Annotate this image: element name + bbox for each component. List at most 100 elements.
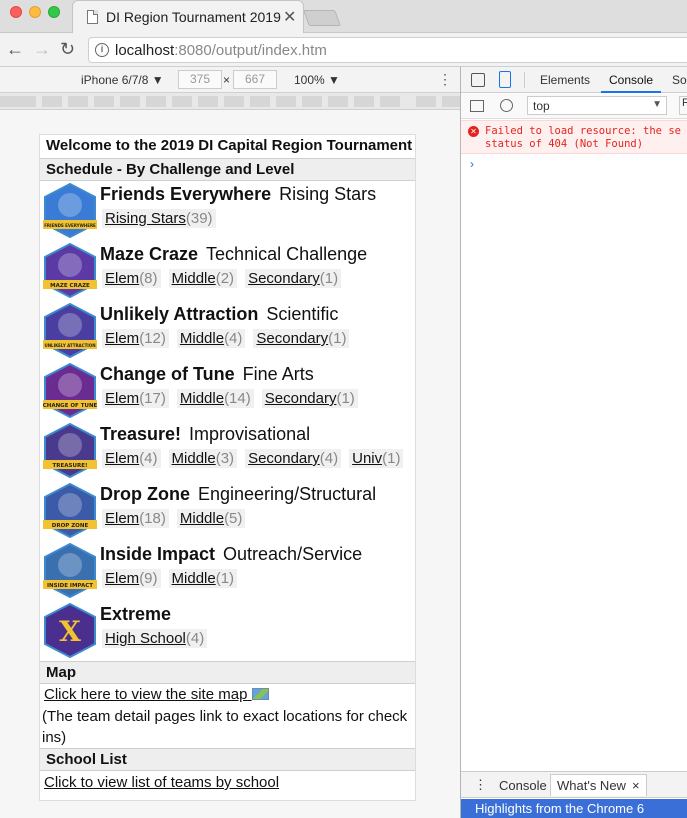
devtools-tab-bar: Elements Console So [461,67,687,93]
level-chip[interactable]: Elem(4) [102,449,161,468]
challenge-title: Inside Impact Outreach/Service [100,544,362,565]
level-chip[interactable]: Secondary(1) [245,269,342,288]
level-chip[interactable]: Secondary(1) [253,329,350,348]
site-map-link[interactable]: Click here to view the site map [40,684,415,703]
level-link[interactable]: Elem [105,450,139,467]
tab-title: DI Region Tournament 2019 [106,9,281,25]
close-icon[interactable]: × [632,778,640,793]
challenge-name: Extreme [100,604,172,624]
close-window-button[interactable] [10,6,22,18]
back-arrow-icon[interactable]: ← [6,39,24,60]
challenge-badge-icon: UNLIKELY ATTRACTION [43,303,97,358]
challenge-type: Outreach/Service [223,544,363,564]
browser-toolbar: ← → ↻ i localhost:8080/output/index.htm [0,33,687,67]
device-select[interactable]: iPhone 6/7/8 ▼ [81,73,164,87]
team-count: (8) [139,270,158,287]
school-list-link[interactable]: Click to view list of teams by school [40,771,415,794]
clear-console-icon[interactable] [500,99,513,112]
challenge-name: Inside Impact [100,544,216,564]
tab-sources[interactable]: So [672,73,687,87]
inspect-element-icon[interactable] [471,73,485,87]
challenge-title: Extreme [100,604,171,625]
svg-text:UNLIKELY ATTRACTION: UNLIKELY ATTRACTION [44,343,95,348]
level-chip[interactable]: Elem(9) [102,569,161,588]
url-text[interactable]: localhost:8080/output/index.htm [115,42,327,59]
error-text-line1: Failed to load resource: the se [485,125,681,137]
drawer-tab-whats-new[interactable]: What's New × [550,774,647,796]
level-links: High School(4) [102,629,215,648]
level-link[interactable]: Secondary [265,390,337,407]
divider [524,72,525,88]
level-link[interactable]: Univ [352,450,382,467]
info-icon[interactable]: i [95,43,109,57]
filter-input[interactable]: F [679,96,687,115]
level-chip[interactable]: Middle(14) [176,389,254,408]
drawer-tab-bar: ⋮ Console What's New × [461,771,687,798]
reload-icon[interactable]: ↻ [60,39,75,60]
forward-arrow-icon[interactable]: → [33,39,51,60]
team-count: (1) [336,390,355,407]
level-link[interactable]: Middle [180,330,224,347]
level-chip[interactable]: Middle(4) [176,329,246,348]
level-chip[interactable]: Rising Stars(39) [102,209,216,228]
level-link[interactable]: Elem [105,570,139,587]
level-chip[interactable]: Univ(1) [349,449,404,468]
zoom-select[interactable]: 100% ▼ [294,73,340,87]
level-link[interactable]: Middle [172,570,216,587]
more-options-icon[interactable]: ⋮ [438,71,452,88]
challenge-badge-icon: CHANGE OF TUNE [43,363,97,418]
level-chip[interactable]: Middle(5) [176,509,246,528]
team-count: (12) [139,330,166,347]
level-link[interactable]: Secondary [248,450,320,467]
level-link[interactable]: Middle [180,390,224,407]
level-link[interactable]: Elem [105,270,139,287]
viewport-width-input[interactable]: 375 [178,70,222,89]
level-link[interactable]: Secondary [256,330,328,347]
level-link[interactable]: Elem [105,330,139,347]
level-link[interactable]: Middle [180,510,224,527]
context-select[interactable]: top ▼ [527,96,667,115]
level-chip[interactable]: Secondary(4) [245,449,342,468]
level-link[interactable]: High School [105,630,186,647]
level-chip[interactable]: Elem(8) [102,269,161,288]
tab-console[interactable]: Console [609,73,653,87]
level-link[interactable]: Middle [172,270,216,287]
drawer-menu-icon[interactable]: ⋮ [474,777,487,793]
tab-close-icon[interactable]: ✕ [283,7,296,27]
level-link[interactable]: Secondary [248,270,320,287]
browser-tab[interactable]: DI Region Tournament 2019 ✕ [72,0,304,33]
minimize-window-button[interactable] [29,6,41,18]
drawer-tab-console[interactable]: Console [499,778,547,793]
device-toggle-icon[interactable] [499,71,511,88]
level-chip[interactable]: Elem(18) [102,509,169,528]
level-chip[interactable]: Middle(1) [168,569,238,588]
schedule-header: Schedule - By Challenge and Level [40,158,415,181]
team-count: (3) [215,450,235,467]
challenge-row: CHANGE OF TUNE Change of Tune Fine Arts Ele… [40,361,415,421]
maximize-window-button[interactable] [48,6,60,18]
console-error-message[interactable]: ✕ Failed to load resource: the se status… [461,120,687,154]
error-text-line2: status of 404 (Not Found) [485,138,644,150]
challenge-type: Scientific [266,304,339,324]
sidebar-toggle-icon[interactable] [470,100,484,112]
level-link[interactable]: Middle [172,450,216,467]
svg-text:DROP ZONE: DROP ZONE [52,523,89,529]
level-chip[interactable]: Elem(12) [102,329,169,348]
level-link[interactable]: Elem [105,390,139,407]
level-chip[interactable]: Middle(3) [168,449,238,468]
level-chip[interactable]: Elem(17) [102,389,169,408]
tab-elements[interactable]: Elements [540,73,590,87]
level-chip[interactable]: Secondary(1) [261,389,358,408]
level-link[interactable]: Elem [105,510,139,527]
team-count: (1) [319,270,339,287]
address-bar[interactable]: i localhost:8080/output/index.htm [88,37,687,63]
viewport-height-input[interactable]: 667 [233,70,277,89]
new-tab-button[interactable] [303,10,341,26]
level-link[interactable]: Rising Stars [105,210,186,227]
level-chip[interactable]: High School(4) [102,629,208,648]
console-prompt[interactable]: › [470,157,474,171]
svg-text:X: X [59,615,81,648]
challenge-row: X Extreme High School(4) [40,601,415,661]
level-chip[interactable]: Middle(2) [168,269,238,288]
media-query-ruler [0,93,462,110]
